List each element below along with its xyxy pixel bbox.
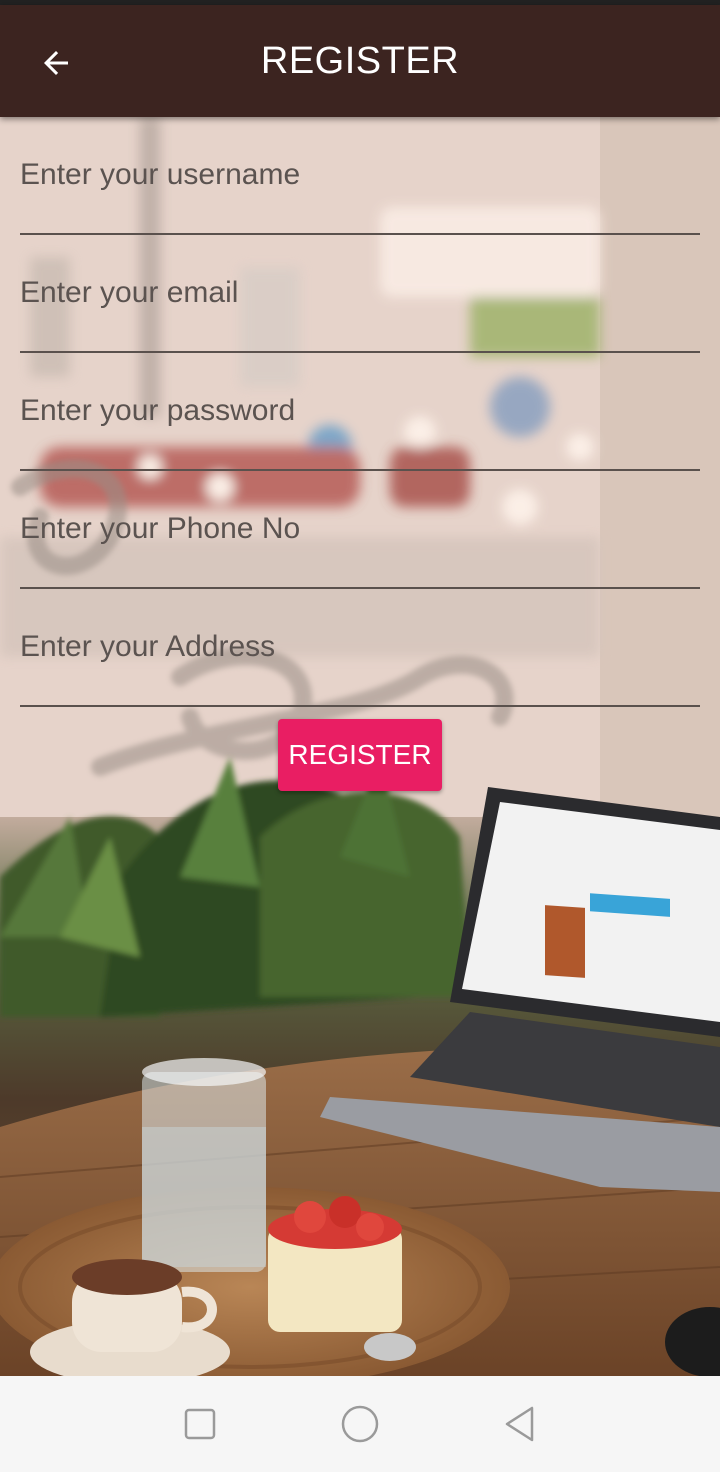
address-field-wrapper (20, 589, 700, 707)
username-input[interactable] (20, 147, 700, 203)
address-input[interactable] (20, 619, 700, 675)
arrow-left-icon (44, 51, 68, 75)
password-input[interactable] (20, 383, 700, 439)
system-navigation-bar (0, 1376, 720, 1472)
recents-square-icon (184, 1408, 216, 1440)
background-scene: REGISTER (0, 117, 720, 1376)
back-button[interactable] (30, 37, 82, 89)
back-triangle-icon (505, 1406, 534, 1442)
email-input[interactable] (20, 265, 700, 321)
app-bar: REGISTER (0, 5, 720, 117)
page-title: REGISTER (260, 39, 460, 82)
register-button[interactable]: REGISTER (278, 719, 442, 791)
home-button[interactable] (330, 1394, 390, 1454)
phone-field-wrapper (20, 471, 700, 589)
home-circle-icon (341, 1405, 379, 1443)
recents-button[interactable] (170, 1394, 230, 1454)
phone-input[interactable] (20, 501, 700, 557)
username-field-wrapper (20, 117, 700, 235)
back-nav-button[interactable] (490, 1394, 550, 1454)
email-field-wrapper (20, 235, 700, 353)
password-field-wrapper (20, 353, 700, 471)
register-form (20, 117, 700, 707)
